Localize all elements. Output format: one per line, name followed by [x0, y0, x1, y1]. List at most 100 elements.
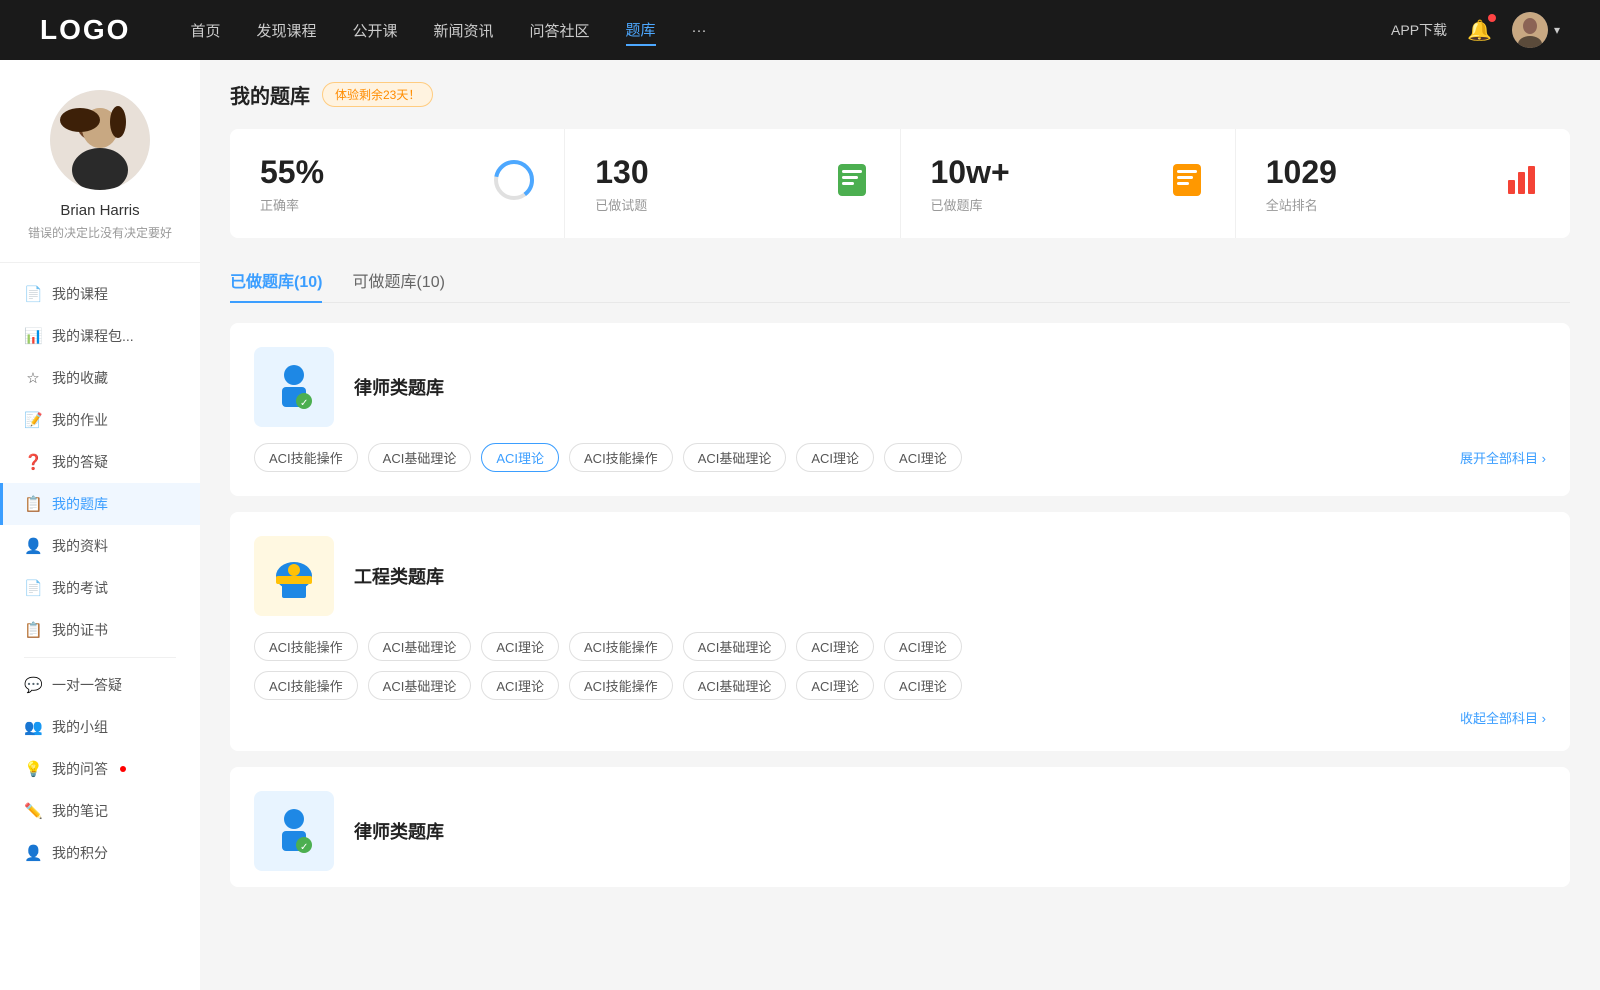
stat-label: 正确率	[260, 195, 478, 214]
chart-red-icon	[1504, 162, 1540, 205]
profile-avatar	[50, 90, 150, 190]
nav-home[interactable]: 首页	[190, 16, 220, 45]
collapse-link[interactable]: 收起全部科目 ›	[254, 708, 1546, 727]
page-header: 我的题库 体验剩余23天！	[230, 80, 1570, 109]
layout: Brian Harris 错误的决定比没有决定要好 📄 我的课程 📊 我的课程包…	[0, 60, 1600, 990]
tab-available-banks[interactable]: 可做题库(10)	[352, 258, 444, 302]
qbank-header: ✓ 律师类题库	[254, 791, 1546, 871]
sidebar-item-my-course[interactable]: 📄 我的课程	[0, 273, 200, 315]
tab-done-banks[interactable]: 已做题库(10)	[230, 258, 322, 302]
qbank-card-engineer: 工程类题库 ACI技能操作 ACI基础理论 ACI理论 ACI技能操作 ACI基…	[230, 512, 1570, 751]
sidebar-item-group[interactable]: 👥 我的小组	[0, 706, 200, 748]
navbar: LOGO 首页 发现课程 公开课 新闻资讯 问答社区 题库 ··· APP下载 …	[0, 0, 1600, 60]
tag[interactable]: ACI基础理论	[683, 443, 787, 472]
qbank-name: 律师类题库	[354, 818, 444, 844]
sidebar-item-exam[interactable]: 📄 我的考试	[0, 567, 200, 609]
engineer-icon-wrap	[254, 536, 334, 616]
tag[interactable]: ACI基础理论	[368, 632, 472, 661]
tag[interactable]: ACI理论	[481, 671, 559, 700]
stat-accuracy: 55% 正确率	[230, 129, 565, 238]
notification-bell-icon[interactable]: 🔔	[1467, 18, 1492, 43]
app-download-button[interactable]: APP下载	[1391, 20, 1447, 40]
sidebar-item-course-package[interactable]: 📊 我的课程包...	[0, 315, 200, 357]
tag[interactable]: ACI基础理论	[683, 632, 787, 661]
tag[interactable]: ACI理论	[796, 632, 874, 661]
tag[interactable]: ACI技能操作	[569, 632, 673, 661]
sidebar-item-favorites[interactable]: ☆ 我的收藏	[0, 357, 200, 399]
note-green-icon	[834, 162, 870, 205]
tag[interactable]: ACI基础理论	[368, 671, 472, 700]
tag[interactable]: ACI技能操作	[254, 443, 358, 472]
question-icon: ❓	[24, 453, 42, 471]
qbank-name: 律师类题库	[354, 374, 444, 400]
trial-badge: 体验剩余23天！	[322, 82, 433, 107]
sidebar-item-label: 我的答疑	[52, 452, 108, 472]
tag[interactable]: ACI技能操作	[569, 671, 673, 700]
stat-info: 1029 全站排名	[1266, 153, 1488, 214]
tag[interactable]: ACI理论	[884, 443, 962, 472]
sidebar-item-points[interactable]: 👤 我的积分	[0, 832, 200, 874]
tag[interactable]: ACI理论	[884, 671, 962, 700]
tag[interactable]: ACI技能操作	[254, 671, 358, 700]
sidebar-item-my-questions[interactable]: 💡 我的问答	[0, 748, 200, 790]
stat-value: 130	[595, 153, 817, 191]
stat-label: 全站排名	[1266, 195, 1488, 214]
tag[interactable]: ACI基础理论	[368, 443, 472, 472]
bulb-icon: 💡	[24, 760, 42, 778]
stats-row: 55% 正确率 130 已做试题	[230, 129, 1570, 238]
tags-row-1: ACI技能操作 ACI基础理论 ACI理论 ACI技能操作 ACI基础理论 AC…	[254, 632, 1546, 661]
sidebar-item-notes[interactable]: ✏️ 我的笔记	[0, 790, 200, 832]
qbank-name: 工程类题库	[354, 563, 444, 589]
tag[interactable]: ACI基础理论	[683, 671, 787, 700]
stat-info: 10w+ 已做题库	[931, 153, 1153, 214]
sidebar-item-my-qa[interactable]: ❓ 我的答疑	[0, 441, 200, 483]
note-orange-icon	[1169, 162, 1205, 205]
stat-label: 已做试题	[595, 195, 817, 214]
tag[interactable]: ACI理论	[481, 632, 559, 661]
qbank-header: ✓ 律师类题库	[254, 347, 1546, 427]
user-avatar-wrap[interactable]: ▾	[1512, 12, 1560, 48]
sidebar-item-qbank[interactable]: 📋 我的题库	[0, 483, 200, 525]
stat-value: 1029	[1266, 153, 1488, 191]
group-icon: 👥	[24, 718, 42, 736]
sidebar-item-label: 一对一答疑	[52, 675, 122, 695]
nav-discover[interactable]: 发现课程	[256, 16, 316, 45]
unread-dot	[120, 766, 126, 772]
nav-open-course[interactable]: 公开课	[352, 16, 397, 45]
sidebar-item-label: 我的问答	[52, 759, 108, 779]
tag-active[interactable]: ACI理论	[481, 443, 559, 472]
tag[interactable]: ACI理论	[796, 671, 874, 700]
expand-link[interactable]: 展开全部科目 ›	[1460, 448, 1546, 467]
sidebar-item-one-on-one[interactable]: 💬 一对一答疑	[0, 664, 200, 706]
tag[interactable]: ACI技能操作	[569, 443, 673, 472]
sidebar-item-profile[interactable]: 👤 我的资料	[0, 525, 200, 567]
nav-news[interactable]: 新闻资讯	[434, 16, 494, 45]
tags-row-2: ACI技能操作 ACI基础理论 ACI理论 ACI技能操作 ACI基础理论 AC…	[254, 671, 1546, 700]
sidebar-item-label: 我的小组	[52, 717, 108, 737]
sidebar-item-homework[interactable]: 📝 我的作业	[0, 399, 200, 441]
nav-more[interactable]: ···	[692, 18, 707, 43]
stat-value: 10w+	[931, 153, 1153, 191]
tag[interactable]: ACI理论	[884, 632, 962, 661]
course-icon: 📄	[24, 285, 42, 303]
qbank-header: 工程类题库	[254, 536, 1546, 616]
exam-icon: 📄	[24, 579, 42, 597]
tag[interactable]: ACI技能操作	[254, 632, 358, 661]
tag[interactable]: ACI理论	[796, 443, 874, 472]
main-content: 我的题库 体验剩余23天！ 55% 正确率	[200, 60, 1600, 990]
sidebar-item-label: 我的课程包...	[52, 326, 134, 346]
stat-value: 55%	[260, 153, 478, 191]
divider	[24, 657, 176, 658]
sidebar-item-certificate[interactable]: 📋 我的证书	[0, 609, 200, 651]
sidebar-menu: 📄 我的课程 📊 我的课程包... ☆ 我的收藏 📝 我的作业 ❓ 我的答疑 📋	[0, 263, 200, 884]
qbank-card-lawyer-2: ✓ 律师类题库 ACI技能操作 ACI基础理论 ACI理论 ACI技能操作 AC…	[230, 767, 1570, 887]
profile-motto: 错误的决定比没有决定要好	[20, 225, 180, 242]
star-icon: ☆	[24, 369, 42, 387]
stat-label: 已做题库	[931, 195, 1153, 214]
certificate-icon: 📋	[24, 621, 42, 639]
avatar	[1512, 12, 1548, 48]
logo[interactable]: LOGO	[40, 14, 130, 46]
qbank-icon: 📋	[24, 495, 42, 513]
nav-qa[interactable]: 问答社区	[530, 16, 590, 45]
nav-qbank[interactable]: 题库	[626, 15, 656, 46]
